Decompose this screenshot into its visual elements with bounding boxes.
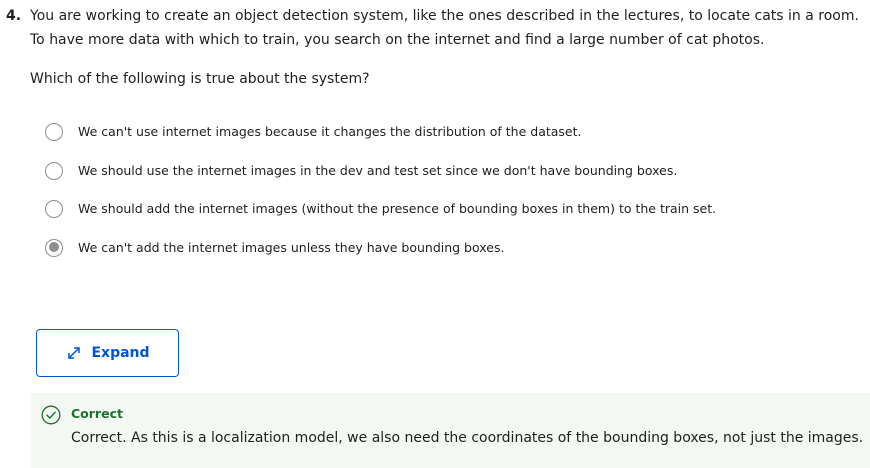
answer-option-label: We can't use internet images because it … xyxy=(78,124,582,139)
answer-option-3[interactable]: We should add the internet images (witho… xyxy=(45,199,716,238)
question-number: 4. xyxy=(6,8,22,24)
expand-button-label: Expand xyxy=(91,345,150,361)
quiz-page: 4. You are working to create an object d… xyxy=(0,0,870,468)
answer-option-4[interactable]: We can't add the internet images unless … xyxy=(45,238,716,277)
answer-option-label: We can't add the internet images unless … xyxy=(78,239,505,255)
answer-option-2[interactable]: We should use the internet images in the… xyxy=(45,161,716,200)
question-text: You are working to create an object dete… xyxy=(30,8,859,48)
question-block: 4. You are working to create an object d… xyxy=(6,4,864,52)
answer-option-label: We should use the internet images in the… xyxy=(78,162,678,178)
feedback-panel: Correct Correct. As this is a localizati… xyxy=(31,393,870,468)
feedback-title: Correct xyxy=(71,406,123,421)
expand-button[interactable]: Expand xyxy=(36,329,179,377)
question-prompt: Which of the following is true about the… xyxy=(30,71,370,87)
radio-button[interactable] xyxy=(45,200,63,218)
expand-arrows-icon xyxy=(65,344,83,362)
radio-button-selected[interactable] xyxy=(45,238,63,257)
answer-options: We can't use internet images because it … xyxy=(45,122,716,276)
answer-option-label: We should add the internet images (witho… xyxy=(78,201,717,216)
check-circle-icon xyxy=(41,405,61,425)
radio-button[interactable] xyxy=(45,161,63,180)
radio-button[interactable] xyxy=(45,123,63,141)
answer-option-1[interactable]: We can't use internet images because it … xyxy=(45,122,716,161)
feedback-text: Correct. As this is a localization model… xyxy=(71,430,864,446)
